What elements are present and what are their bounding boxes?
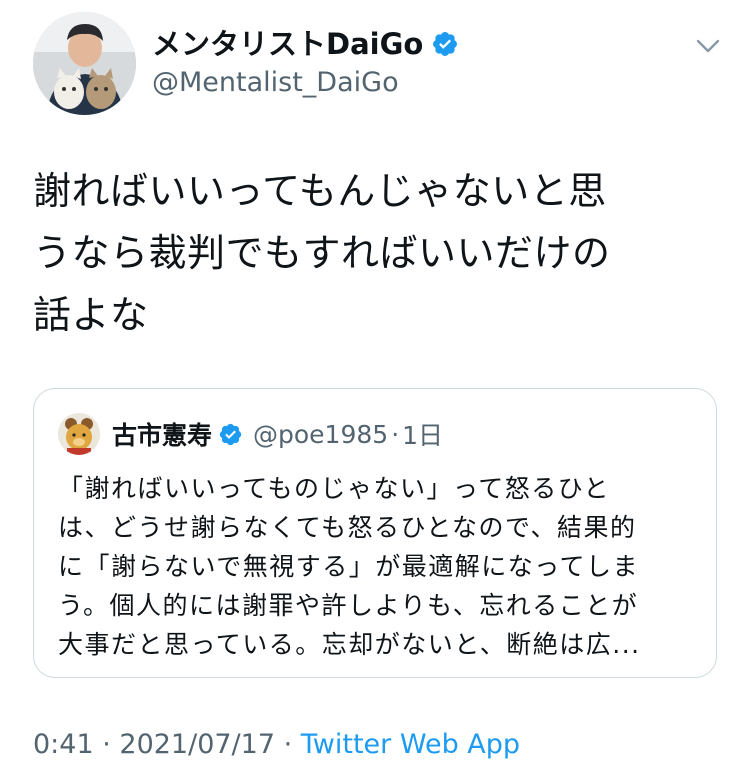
tweet-time[interactable]: 0:41 — [33, 729, 94, 760]
quoted-tweet-time[interactable]: 1日 — [402, 416, 443, 452]
quoted-author-display-name[interactable]: 古市憲寿 — [112, 416, 212, 452]
quoted-author-avatar[interactable] — [58, 413, 100, 455]
author-handle[interactable]: @Mentalist_DaiGo — [152, 66, 399, 100]
tweet-date[interactable]: 2021/07/17 — [119, 729, 275, 760]
author-display-name-row[interactable]: メンタリストDaiGo — [152, 26, 459, 62]
tweet-source-link[interactable]: Twitter Web App — [301, 729, 520, 760]
quoted-avatar-image — [58, 413, 100, 455]
chevron-down-icon[interactable] — [692, 30, 724, 62]
author-display-name[interactable]: メンタリストDaiGo — [152, 26, 423, 62]
tweet-meta: 0:41 · 2021/07/17 · Twitter Web App — [33, 728, 520, 762]
quoted-separator: · — [391, 419, 400, 449]
quoted-tweet-text: 「謝ればいいってものじゃない」って怒るひと は、どうせ謝らなくても怒るひとなので… — [58, 474, 641, 659]
verified-badge-icon — [433, 32, 458, 56]
author-avatar[interactable] — [33, 12, 136, 115]
tweet-text: 謝ればいいってもんじゃないと思 うなら裁判でもすればいいだけの 話よな — [33, 169, 611, 337]
quoted-author-handle[interactable]: @poe1985 — [253, 420, 388, 449]
meta-separator: · — [275, 729, 301, 760]
verified-badge-icon — [219, 423, 242, 445]
quoted-tweet-header: 古市憲寿 @poe1985 · 1日 — [58, 413, 443, 455]
avatar-image — [33, 12, 136, 115]
meta-separator: · — [93, 729, 120, 760]
quoted-tweet-card[interactable]: 古市憲寿 @poe1985 · 1日 「謝ればいいってものじゃない」って怒るひと… — [33, 388, 717, 678]
